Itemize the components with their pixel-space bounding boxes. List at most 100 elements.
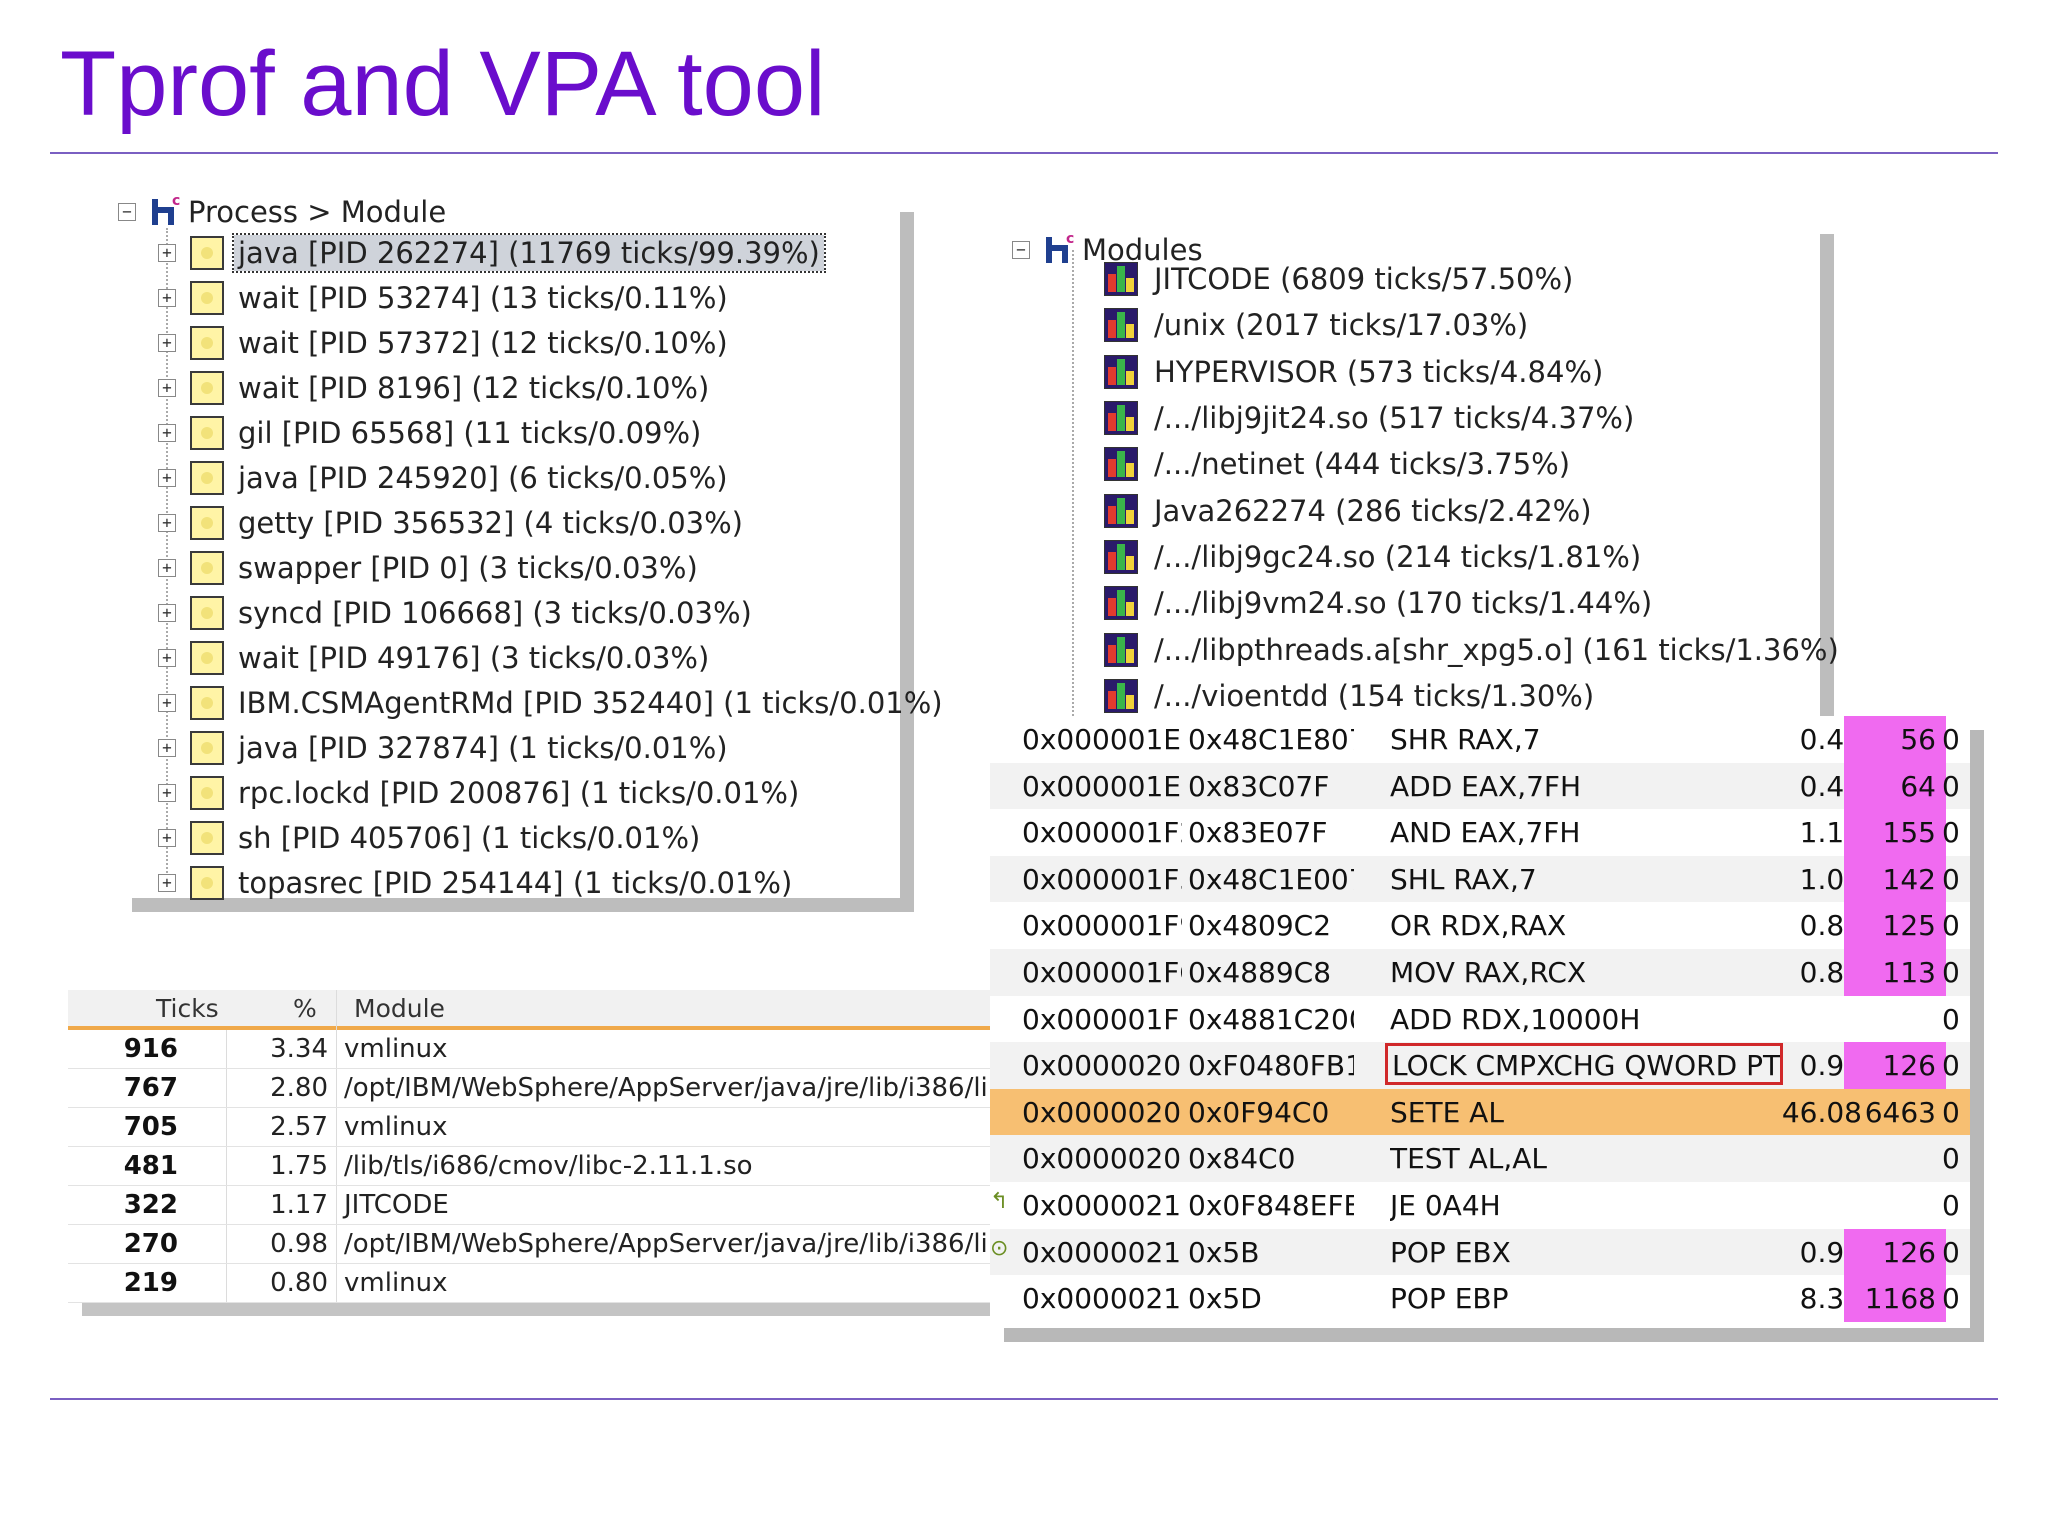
process-row[interactable]: + sh [PID 405706] (1 ticks/0.01%) [158, 815, 947, 860]
expand-icon[interactable]: + [158, 243, 176, 262]
disassembly-row[interactable]: 0x000001FC 0x4889C8 MOV RAX,RCX 0.81 113 0 [990, 948, 1970, 996]
table-row[interactable]: 705 2.57 vmlinux [68, 1108, 1008, 1147]
module-column-header[interactable]: Module [354, 994, 445, 1023]
disassembly-row[interactable]: 0x000001EF 0x83C07F ADD EAX,7FH 0.46 64 0 [990, 762, 1970, 810]
expand-icon[interactable]: + [158, 648, 176, 667]
process-label: rpc.lockd [PID 200876] (1 ticks/0.01%) [238, 775, 800, 810]
instruction-cell: SETE AL [1390, 1095, 1504, 1129]
opcode-cell: 0xF0480FB11 [1188, 1049, 1354, 1083]
percent-column-header[interactable]: % [293, 994, 317, 1023]
process-row[interactable]: + wait [PID 53274] (13 ticks/0.11%) [158, 275, 947, 320]
module-row[interactable]: /.../libpthreads.a[shr_xpg5.o] (161 tick… [1104, 626, 1839, 672]
process-row[interactable]: + java [PID 262274] (11769 ticks/99.39%) [158, 230, 947, 275]
ticks-cell: 113 [1844, 948, 1946, 996]
module-row[interactable]: /.../vioentdd (154 ticks/1.30%) [1104, 673, 1839, 719]
ticks-cell [1844, 1182, 1946, 1229]
process-row[interactable]: + rpc.lockd [PID 200876] (1 ticks/0.01%) [158, 770, 947, 815]
expand-icon[interactable]: + [158, 693, 176, 712]
process-icon [190, 280, 224, 315]
percent-cell: 0.98 [270, 1229, 328, 1259]
address-cell: 0x000001EB [1022, 723, 1182, 756]
process-row[interactable]: + java [PID 327874] (1 ticks/0.01%) [158, 725, 947, 770]
module-row[interactable]: /.../libj9gc24.so (214 ticks/1.81%) [1104, 534, 1839, 580]
instruction-cell: SHL RAX,7 [1390, 862, 1537, 896]
process-tree-root[interactable]: − c Process > Module [118, 192, 446, 232]
ticks-module-table: Ticks % Module 916 3.34 vmlinux 767 2.80/opt… [68, 990, 1065, 1303]
process-label: topasrec [PID 254144] (1 ticks/0.01%) [238, 865, 793, 900]
expand-icon[interactable]: + [158, 513, 176, 532]
disassembly-row[interactable]: ⊙ 0x00000216 0x5B POP EBX 0.90 126 0 [990, 1228, 1970, 1276]
table-row[interactable]: 481 1.75/lib/tls/i686/cmov/libc-2.11.1.so [68, 1147, 1008, 1186]
expand-icon[interactable]: + [158, 828, 176, 847]
opcode-cell: 0x48C1E807 [1188, 723, 1354, 756]
disassembly-row[interactable]: 0x000001EB0x48C1E807SHR RAX,70.40560 [990, 716, 1970, 763]
expand-icon[interactable]: + [158, 288, 176, 307]
table-row[interactable]: 270 0.98/opt/IBM/WebSphere/AppServer/java… [68, 1225, 1059, 1264]
module-row[interactable]: JITCODE (6809 ticks/57.50%) [1104, 256, 1839, 302]
ticks-cell: 322 [123, 1190, 178, 1220]
module-cell: /opt/IBM/WebSphere/AppServer/java/jre/li… [344, 1073, 1066, 1103]
process-row[interactable]: + wait [PID 57372] (12 ticks/0.10%) [158, 320, 947, 365]
hierarchy-icon: c [146, 193, 180, 229]
module-cell: /opt/IBM/WebSphere/AppServer/java/jre/li… [344, 1229, 1059, 1259]
opcode-cell: 0x84C0 [1188, 1142, 1296, 1176]
table-row[interactable]: 916 3.34 vmlinux [68, 1030, 1008, 1069]
table-row[interactable]: 219 0.80 vmlinux [68, 1264, 1008, 1303]
disassembly-row[interactable]: ↰ 0x00000210 0x0F848EFEI JE 0A4H 0 [990, 1182, 1970, 1229]
disassembly-row[interactable]: 0x000001F9 0x4809C2 OR RDX,RAX 0.89 125 0 [990, 902, 1970, 949]
expand-icon[interactable]: + [158, 738, 176, 757]
collapse-icon[interactable]: − [1012, 241, 1030, 259]
process-icon [190, 595, 224, 630]
process-row[interactable]: + IBM.CSMAgentRMd [PID 352440] (1 ticks/0… [158, 680, 947, 725]
opcode-cell: 0x4889C8 [1188, 955, 1332, 989]
expand-icon[interactable]: + [158, 558, 176, 577]
process-icon [190, 775, 224, 810]
process-row[interactable]: + getty [PID 356532] (4 ticks/0.03%) [158, 500, 947, 545]
ticks-cell: 767 [123, 1073, 178, 1103]
module-row[interactable]: Java262274 (286 ticks/2.42%) [1104, 487, 1839, 533]
percent-cell: 3.34 [270, 1034, 328, 1064]
process-label: getty [PID 356532] (4 ticks/0.03%) [238, 505, 743, 540]
module-row[interactable]: /.../netinet (444 ticks/3.75%) [1104, 441, 1839, 487]
disassembly-row[interactable]: 0x0000020B0x0F94C0SETE AL46.0864630 [990, 1088, 1970, 1136]
module-row[interactable]: HYPERVISOR (573 ticks/4.84%) [1104, 349, 1839, 395]
count-cell: 0 [1942, 1002, 1960, 1036]
expand-icon[interactable]: + [158, 423, 176, 442]
instruction-cell: AND EAX,7FH [1390, 816, 1581, 850]
module-row[interactable]: /unix (2017 ticks/17.03%) [1104, 302, 1839, 348]
process-row[interactable]: + wait [PID 8196] (12 ticks/0.10%) [158, 365, 947, 410]
process-row[interactable]: + wait [PID 49176] (3 ticks/0.03%) [158, 635, 947, 680]
disassembly-row[interactable]: 0x000001F5 0x48C1E007 SHL RAX,7 1.01 142 0 [990, 855, 1970, 903]
ticks-column-header[interactable]: Ticks [156, 994, 219, 1023]
ticks-cell: 64 [1844, 762, 1946, 810]
process-row[interactable]: + swapper [PID 0] (3 ticks/0.03%) [158, 545, 947, 590]
expand-icon[interactable]: + [158, 873, 176, 892]
process-row[interactable]: + java [PID 245920] (6 ticks/0.05%) [158, 455, 947, 500]
opcode-cell: 0x0F848EFEI [1188, 1188, 1354, 1222]
expand-icon[interactable]: + [158, 783, 176, 802]
disassembly-row[interactable]: 0x000002060xF0480FB11 LOCK CMPXCHG QWORD … [990, 1042, 1970, 1089]
disassembly-row[interactable]: 0x000001FF0x4881C200(ADD RDX,10000H 0 [990, 996, 1970, 1043]
process-row[interactable]: + topasrec [PID 254144] (1 ticks/0.01%) [158, 860, 947, 905]
address-cell: 0x0000020E [1022, 1142, 1182, 1176]
process-row[interactable]: + syncd [PID 106668] (3 ticks/0.03%) [158, 590, 947, 635]
disassembly-row[interactable]: 0x00000217 0x5D POP EBP 8.33 1168 0 [990, 1275, 1970, 1322]
count-cell: 0 [1942, 1235, 1960, 1269]
expand-icon[interactable]: + [158, 333, 176, 352]
disassembly-row[interactable]: 0x000001F2 0x83E07F AND EAX,7FH 1.11 155 0 [990, 809, 1970, 856]
table-row[interactable]: 767 2.80/opt/IBM/WebSphere/AppServer/java… [68, 1069, 1065, 1108]
collapse-icon[interactable]: − [118, 203, 136, 221]
ticks-cell: 155 [1844, 809, 1946, 856]
ticks-cell: 481 [123, 1151, 178, 1181]
disassembly-row[interactable]: 0x0000020E 0x84C0 TEST AL,AL 0 [990, 1135, 1970, 1182]
module-row[interactable]: /.../libj9vm24.so (170 ticks/1.44%) [1104, 580, 1839, 626]
process-row[interactable]: + gil [PID 65568] (11 ticks/0.09%) [158, 410, 947, 455]
module-row[interactable]: /.../libj9jit24.so (517 ticks/4.37%) [1104, 395, 1839, 441]
module-chart-icon [1104, 539, 1138, 574]
expand-icon[interactable]: + [158, 378, 176, 397]
table-row[interactable]: 322 1.17 JITCODE [68, 1186, 1008, 1225]
expand-icon[interactable]: + [158, 603, 176, 622]
module-label: /.../vioentdd (154 ticks/1.30%) [1154, 678, 1595, 713]
expand-icon[interactable]: + [158, 468, 176, 487]
count-cell: 0 [1942, 955, 1960, 989]
